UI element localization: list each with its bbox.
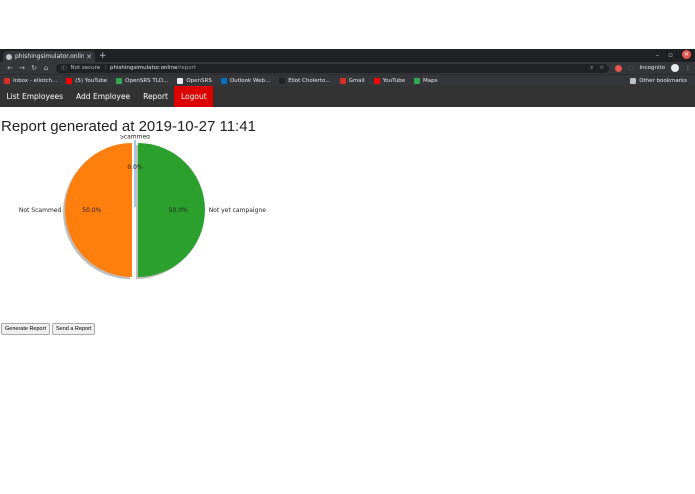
home-icon[interactable]: ⌂ [40,64,52,72]
toolbar-right: ◌ Incognito ⋮ [615,64,691,72]
bookmark-label: OpenSRS [186,77,212,84]
minimize-icon[interactable]: – [656,51,660,59]
incognito-label: Incognito [639,65,665,71]
page-title: Report generated at 2019-10-27 11:41 [1,118,256,135]
bookmark-label: Outlook Web... [229,77,271,84]
bookmark-favicon-icon [4,77,10,84]
incognito-icon[interactable] [671,64,679,72]
reload-icon[interactable]: ↻ [28,64,40,72]
bookmark-favicon-icon [66,77,73,84]
nav-report[interactable]: Report [137,86,175,107]
address-bar[interactable]: ⓘ Not secure | phishingsimulator.online … [56,63,610,73]
nav-list-employees[interactable]: List Employees [0,86,70,107]
bookmark-favicon-icon [339,77,346,84]
window-controls: – ▫ ✕ [656,50,691,59]
security-status: Not secure [70,65,101,71]
bookmark-label: Eliot Cholerto... [288,77,331,84]
bookmark-item[interactable]: OpenSRS [177,77,212,84]
pie-slice-label: Not yet campaigne [209,207,267,214]
bookmark-label: Maps [422,77,438,84]
send-report-button[interactable]: Send a Report [51,323,96,335]
close-icon[interactable]: ✕ [86,53,92,61]
bookmark-item[interactable]: Gmail [339,77,365,84]
generate-report-button[interactable]: Generate Report [1,323,50,335]
pie-pct-label: 50.0% [82,207,101,214]
pie-slice-label: Not Scammed [19,207,62,214]
bookmark-item[interactable]: Maps [413,77,438,84]
address-separator: | [104,65,107,71]
folder-icon [630,77,637,84]
other-bookmarks[interactable]: Other bookmarks [630,77,687,84]
bookmark-item[interactable]: OpenSRS TLD... [116,77,169,84]
pie-slice-label: Scammed [120,135,150,140]
report-pie-chart: Not Scammed 50.0% Not yet campaigne 50.0% Sc… [0,135,300,305]
browser-toolbar: ← → ↻ ⌂ ⓘ Not secure | phishingsimulator… [0,62,695,74]
back-arrow-icon[interactable]: ← [4,64,16,72]
bookmark-item[interactable]: Eliot Cholerto... [279,77,331,84]
tab-title: phishingsimulator.online/re [15,53,85,60]
menu-icon[interactable]: ⋮ [685,65,691,72]
top-whitespace [0,0,695,49]
address-host: phishingsimulator.online [110,65,178,71]
extension-icon[interactable] [615,64,623,72]
bookmark-label: YouTube [382,77,405,84]
bookmark-label: (5) YouTube [75,77,108,84]
bookmark-label: Inbox - eliotch... [13,77,58,84]
pie-pct-label: 0.0% [127,164,143,171]
app-navbar: List Employees Add Employee Report Logou… [0,86,695,107]
address-path: /report [177,65,197,71]
bookmark-label: Gmail [348,77,365,84]
bookmark-favicon-icon [279,77,286,84]
pie-chart-svg: Not Scammed 50.0% Not yet campaigne 50.0% Sc… [19,135,267,279]
pie-pct-label: 50.0% [169,207,188,214]
forward-arrow-icon[interactable]: → [16,64,28,72]
info-icon[interactable]: ⓘ [61,64,67,72]
bookmark-item[interactable]: Outlook Web... [220,77,271,84]
other-bookmarks-label: Other bookmarks [639,77,687,84]
bookmark-favicon-icon [373,77,380,84]
bookmark-item[interactable]: Inbox - eliotch... [4,77,58,84]
maximize-icon[interactable]: ▫ [668,51,673,59]
bookmark-label: OpenSRS TLD... [125,77,169,84]
bookmark-item[interactable]: (5) YouTube [66,77,108,84]
report-actions: Generate Report Send a Report [0,323,695,335]
nav-add-employee[interactable]: Add Employee [70,86,137,107]
globe-icon [6,53,12,60]
star-icon[interactable]: ☆ [599,65,604,72]
bookmark-favicon-icon [116,77,123,84]
nav-logout[interactable]: Logout [174,86,214,107]
window-close-icon[interactable]: ✕ [682,50,691,59]
extension-gray-icon[interactable]: ◌ [628,65,633,72]
bookmarks-bar: Inbox - eliotch... (5) YouTube OpenSRS TLD… [0,74,695,86]
bookmark-favicon-icon [177,77,184,84]
search-icon[interactable]: ⌕ [590,65,593,72]
bookmark-item[interactable]: YouTube [373,77,405,84]
browser-tab[interactable]: phishingsimulator.online/re ✕ [3,51,95,62]
bookmark-favicon-icon [413,77,420,84]
browser-tabstrip: phishingsimulator.online/re ✕ + – ▫ ✕ [0,49,695,62]
bookmark-favicon-icon [220,77,227,84]
new-tab-icon[interactable]: + [99,51,107,62]
